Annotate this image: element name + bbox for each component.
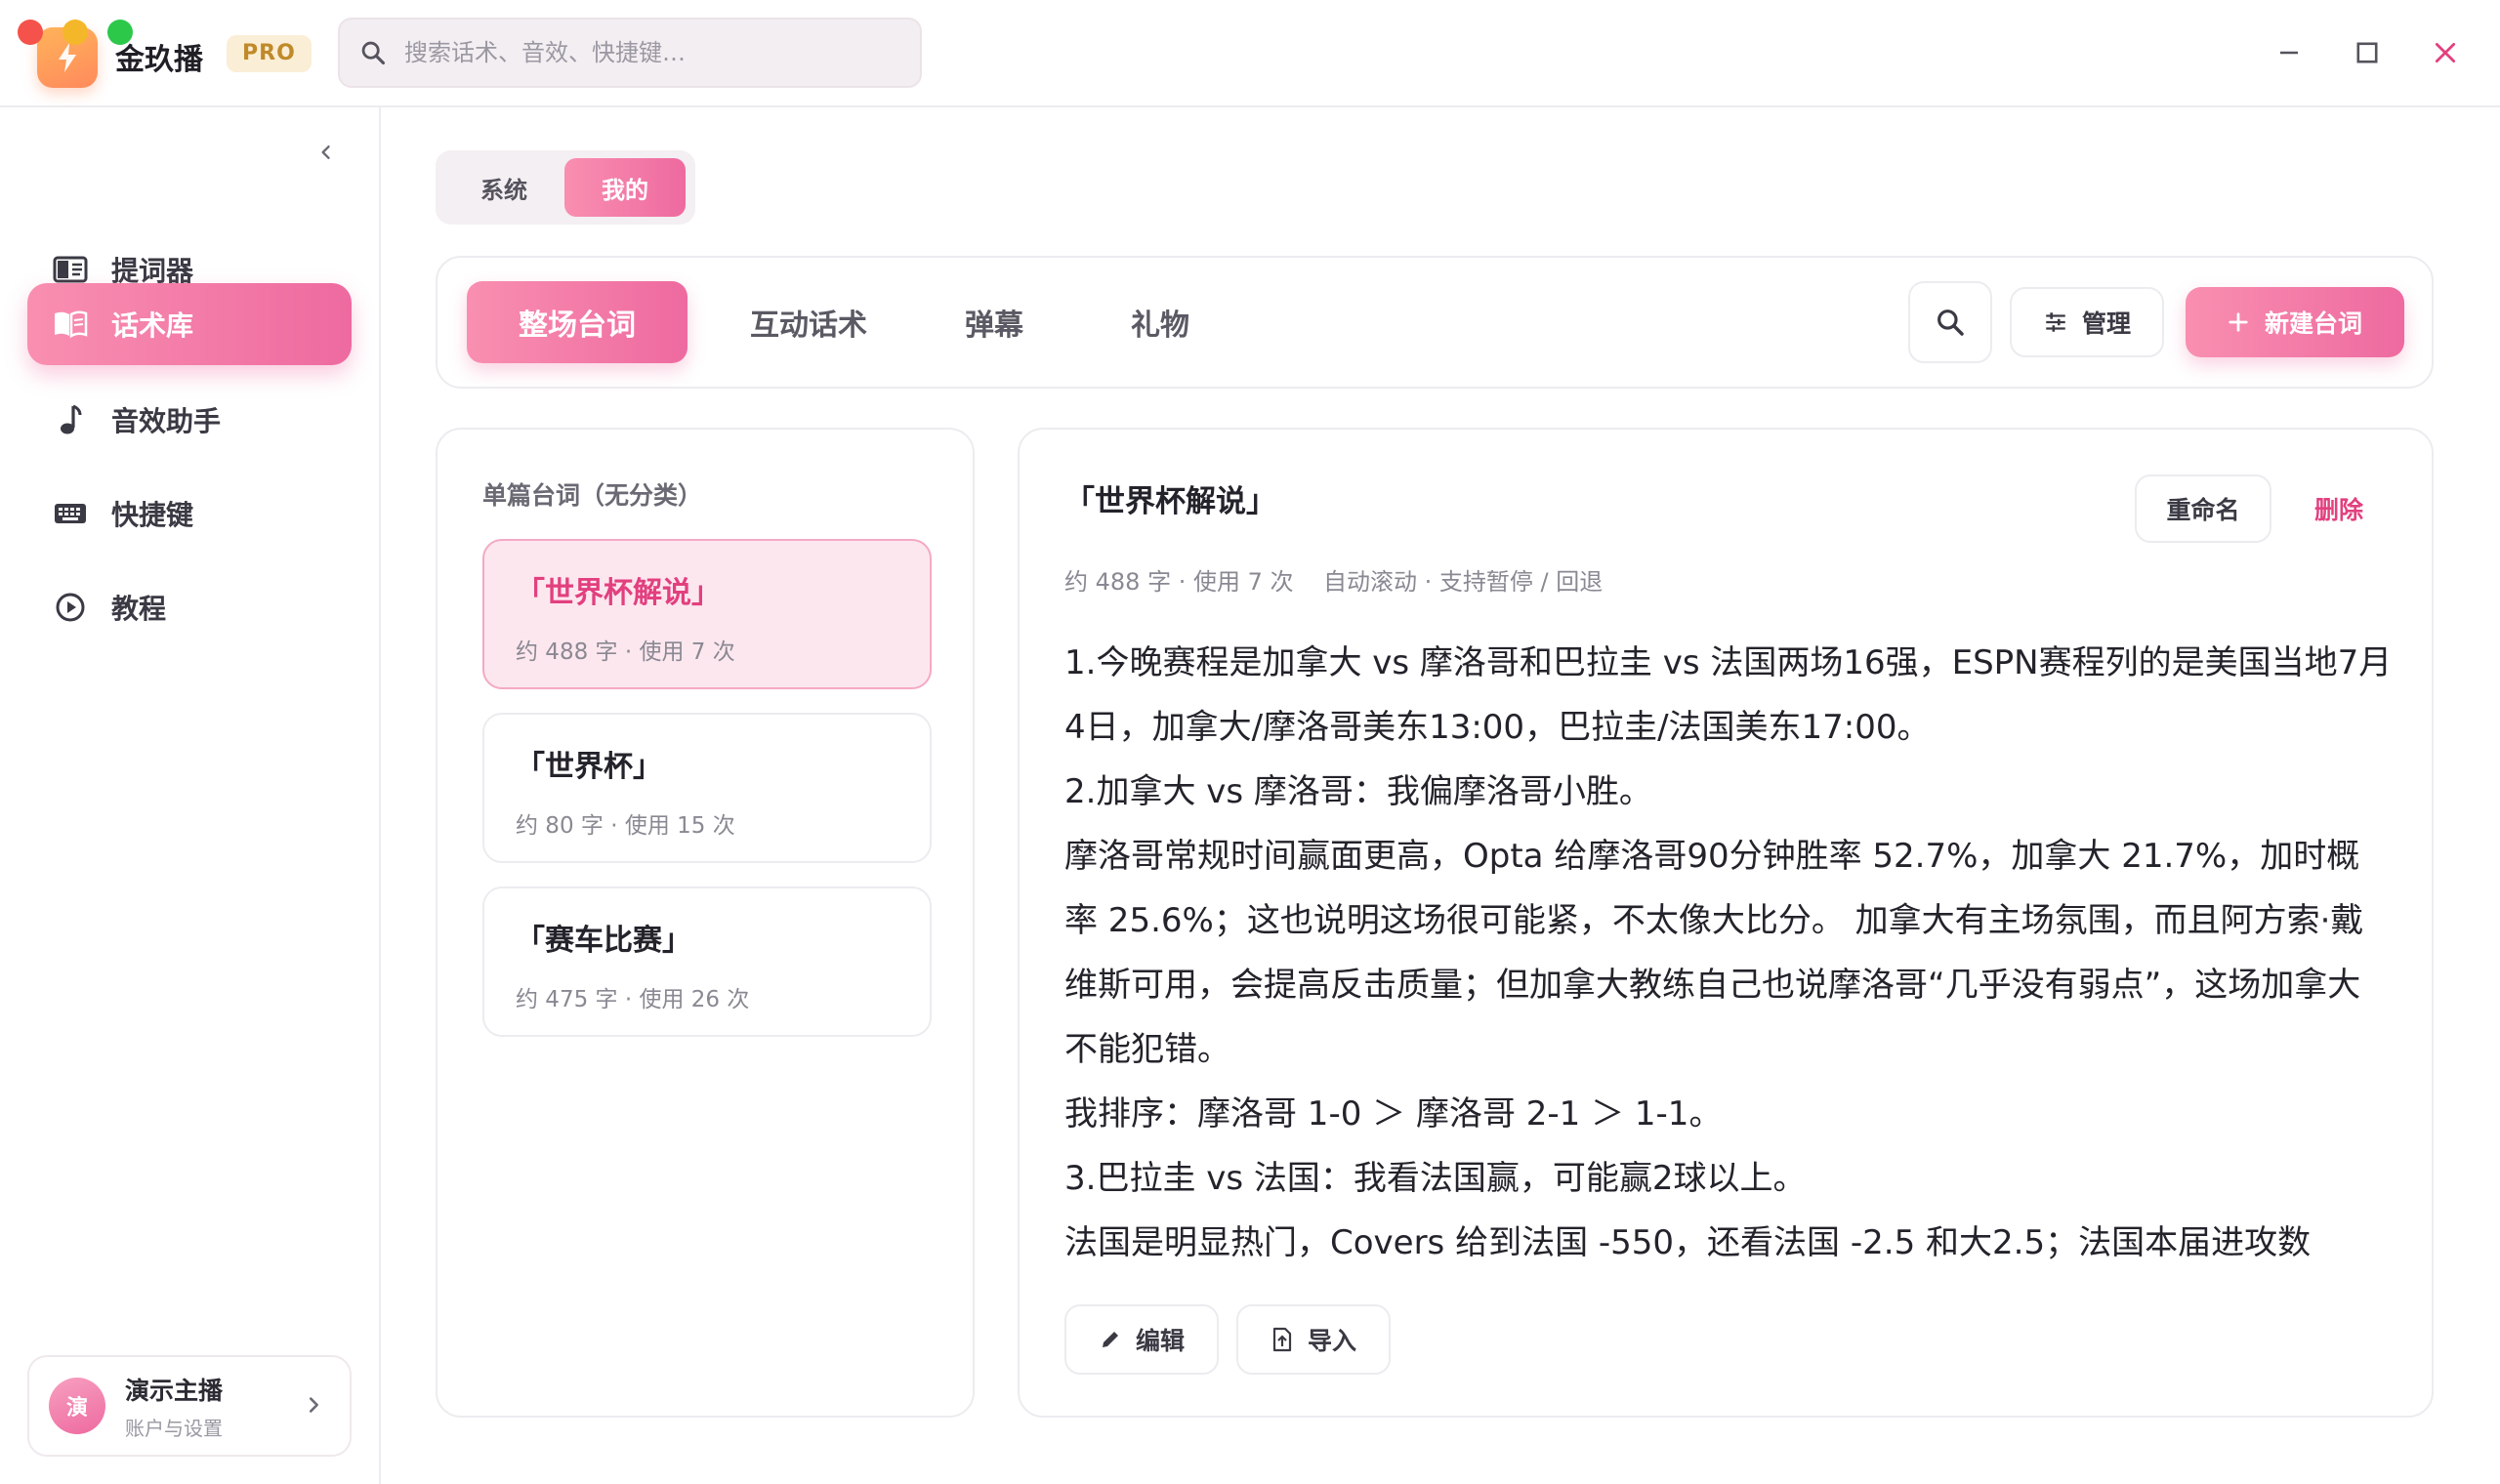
pencil-icon — [1102, 1332, 1118, 1347]
profile-text: 演示主播 账户与设置 — [125, 1372, 223, 1441]
manage-label: 管理 — [2081, 309, 2131, 338]
script-paragraph: 2.加拿大 vs 摩洛哥：我偏摩洛哥小胜。 — [1064, 772, 1652, 811]
plus-icon — [2229, 312, 2248, 332]
maximize-button[interactable] — [2344, 29, 2391, 76]
sidebar-item-tutorial[interactable]: 教程 — [27, 566, 352, 648]
file-upload-icon — [1272, 1327, 1292, 1352]
script-list-item[interactable]: 「世界杯」 约 80 字 · 使用 15 次 — [482, 713, 932, 863]
sidebar-item-label: 教程 — [111, 593, 167, 625]
script-list-item[interactable]: 「世界杯解说」 约 488 字 · 使用 7 次 — [482, 539, 932, 689]
sliders-icon — [2046, 312, 2065, 332]
segment-system[interactable]: 系统 — [443, 158, 564, 217]
detail-title: 「世界杯解说」 — [1064, 484, 1276, 519]
sidebar-item-label: 话术库 — [111, 309, 194, 342]
manage-button[interactable]: 管理 — [2010, 287, 2164, 357]
edit-label: 编辑 — [1135, 1327, 1185, 1355]
rename-button[interactable]: 重命名 — [2135, 474, 2271, 543]
collapse-sidebar-button[interactable] — [311, 137, 342, 168]
source-segmented-control: 系统 我的 — [436, 150, 695, 225]
minimize-button[interactable] — [2266, 29, 2312, 76]
search-icon — [361, 41, 386, 65]
chevron-left-icon — [321, 145, 330, 159]
window-minimize-dot[interactable] — [62, 20, 88, 45]
script-paragraph: 摩洛哥常规时间赢面更高，Opta 给摩洛哥90分钟胜率 52.7%，加拿大 21… — [1064, 837, 2364, 1069]
import-label: 导入 — [1307, 1327, 1356, 1355]
detail-meta: 约 488 字 · 使用 7 次 自动滚动 · 支持暂停 / 回退 — [1064, 568, 1604, 596]
sidebar-item-shortcuts[interactable]: 快捷键 — [27, 473, 352, 555]
global-search[interactable] — [338, 18, 922, 88]
new-script-label: 新建台词 — [2264, 309, 2362, 338]
book-icon — [51, 305, 90, 344]
import-button[interactable]: 导入 — [1236, 1304, 1391, 1375]
sidebar-item-script-library[interactable]: 话术库 — [27, 283, 352, 365]
category-tab-bar: 整场台词 互动话术 弹幕 礼物 管理 新建台词 — [436, 256, 2434, 389]
tab-full-script[interactable]: 整场台词 — [467, 281, 688, 363]
window-close-dot[interactable] — [18, 20, 43, 45]
script-body: 1.今晚赛程是加拿大 vs 摩洛哥和巴拉圭 vs 法国两场16强，ESPN赛程列… — [1064, 631, 2393, 1275]
script-meta: 约 80 字 · 使用 15 次 — [516, 813, 735, 839]
play-circle-icon — [51, 588, 90, 627]
script-meta: 约 475 字 · 使用 26 次 — [516, 987, 750, 1012]
script-paragraph: 法国是明显热门，Covers 给到法国 -550，还看法国 -2.5 和大2.5… — [1064, 1223, 2312, 1262]
script-title: 「世界杯解说」 — [516, 576, 721, 610]
list-heading: 单篇台词（无分类） — [482, 481, 703, 510]
lightning-icon — [59, 43, 76, 72]
keyboard-icon — [51, 494, 90, 533]
search-input[interactable] — [404, 39, 873, 66]
script-list-item[interactable]: 「赛车比赛」 约 475 字 · 使用 26 次 — [482, 886, 932, 1037]
search-scripts-button[interactable] — [1908, 281, 1992, 363]
pro-badge: PRO — [227, 35, 312, 72]
profile-name: 演示主播 — [125, 1376, 224, 1405]
edit-button[interactable]: 编辑 — [1064, 1304, 1219, 1375]
app-name: 金玖播 — [115, 43, 203, 77]
script-list-panel: 单篇台词（无分类） 「世界杯解说」 约 488 字 · 使用 7 次 「世界杯」… — [436, 428, 975, 1418]
title-bar: 金玖播 PRO — [0, 0, 2500, 107]
sidebar: 提词器 话术库 音效助手 快捷键 教程 演 演示主播 账户与设置 — [0, 107, 381, 1484]
profile-subtitle: 账户与设置 — [125, 1416, 223, 1440]
sidebar-item-sound-effects[interactable]: 音效助手 — [27, 379, 352, 461]
sidebar-item-label: 快捷键 — [111, 499, 194, 531]
script-title: 「赛车比赛」 — [516, 924, 691, 958]
script-meta: 约 488 字 · 使用 7 次 — [516, 639, 735, 665]
search-icon — [1938, 309, 1964, 336]
tab-gifts[interactable]: 礼物 — [1082, 281, 1238, 363]
minimize-icon — [2280, 51, 2298, 55]
new-script-button[interactable]: 新建台词 — [2186, 287, 2404, 357]
script-paragraph: 1.今晚赛程是加拿大 vs 摩洛哥和巴拉圭 vs 法国两场16强，ESPN赛程列… — [1064, 643, 2393, 747]
tab-interaction[interactable]: 互动话术 — [703, 281, 914, 363]
segment-mine[interactable]: 我的 — [564, 158, 686, 217]
close-button[interactable] — [2422, 29, 2469, 76]
avatar: 演 — [49, 1378, 105, 1434]
delete-button[interactable]: 删除 — [2285, 474, 2393, 543]
script-paragraph: 3.巴拉圭 vs 法国：我看法国赢，可能赢2球以上。 — [1064, 1159, 1807, 1198]
chevron-right-icon — [309, 1397, 318, 1413]
music-note-icon — [51, 400, 90, 439]
script-title: 「世界杯」 — [516, 750, 662, 784]
close-icon — [2435, 42, 2456, 63]
tab-danmaku[interactable]: 弹幕 — [926, 281, 1062, 363]
maximize-icon — [2356, 42, 2378, 63]
sidebar-item-label: 音效助手 — [111, 405, 222, 437]
profile-card[interactable]: 演 演示主播 账户与设置 — [27, 1355, 352, 1457]
script-detail-panel: 「世界杯解说」 重命名 删除 约 488 字 · 使用 7 次 自动滚动 · 支… — [1018, 428, 2434, 1418]
script-paragraph: 我排序：摩洛哥 1-0 ＞ 摩洛哥 2-1 ＞ 1-1。 — [1064, 1094, 1723, 1134]
